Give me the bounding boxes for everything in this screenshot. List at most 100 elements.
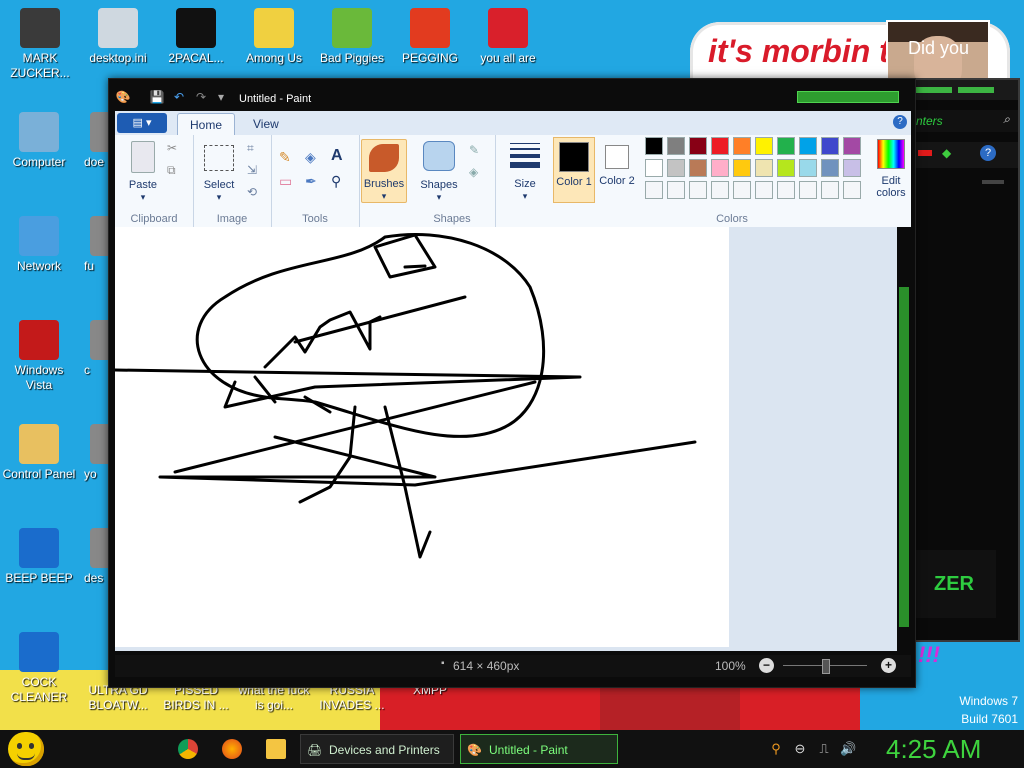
desktop-icon[interactable]: BEEP BEEP xyxy=(1,528,77,586)
desktop-icon[interactable]: Among Us xyxy=(236,8,312,66)
palette-swatch[interactable] xyxy=(645,159,663,177)
desktop-icon[interactable]: COCK CLEANER xyxy=(1,632,77,705)
folder-icon[interactable] xyxy=(266,739,286,759)
desktop-icon[interactable]: 2PACAL... xyxy=(158,8,234,66)
resize-icon[interactable]: ⇲ xyxy=(247,163,265,181)
copy-icon[interactable]: ⧉ xyxy=(167,163,185,181)
desktop-icon-label: BEEP BEEP xyxy=(5,571,73,585)
save-icon[interactable]: 💾 xyxy=(149,90,165,104)
color-picker-icon[interactable]: ✒ xyxy=(305,173,323,191)
desktop-icon[interactable]: Computer xyxy=(1,112,77,170)
palette-swatch[interactable] xyxy=(777,137,795,155)
palette-swatch[interactable] xyxy=(799,137,817,155)
help-icon[interactable]: ? xyxy=(893,115,907,129)
palette-swatch[interactable] xyxy=(667,159,685,177)
palette-swatch[interactable] xyxy=(711,159,729,177)
cut-icon[interactable]: ✂ xyxy=(167,141,185,159)
taskbar: 🖨 Devices and Printers 🎨 Untitled - Pain… xyxy=(0,730,1024,768)
desktop-icon[interactable]: Control Panel xyxy=(1,424,77,482)
palette-swatch[interactable] xyxy=(755,181,773,199)
shapes-button[interactable]: Shapes ▾ xyxy=(417,141,461,203)
palette-swatch[interactable] xyxy=(777,159,795,177)
color2-button[interactable]: Color 2 xyxy=(597,137,637,201)
clock[interactable]: 4:25 AM xyxy=(886,732,981,766)
desktop-icon[interactable]: Bad Piggies xyxy=(314,8,390,66)
palette-swatch[interactable] xyxy=(711,137,729,155)
desktop-icon[interactable]: PEGGING xyxy=(392,8,468,66)
pencil-icon[interactable]: ✎ xyxy=(279,149,297,167)
desktop-icon[interactable]: you all are xyxy=(470,8,546,66)
desktop-icon[interactable]: desktop.ini xyxy=(80,8,156,66)
palette-swatch[interactable] xyxy=(755,159,773,177)
palette-swatch[interactable] xyxy=(667,181,685,199)
rotate-icon[interactable]: ⟲ xyxy=(247,185,265,203)
window-controls[interactable] xyxy=(797,91,899,103)
palette-swatch[interactable] xyxy=(843,137,861,155)
search-tray-icon[interactable]: ⚲ xyxy=(768,741,784,757)
paint-app-icon[interactable]: 🎨 xyxy=(115,90,131,104)
zoom-in-button[interactable]: + xyxy=(881,658,896,673)
palette-swatch[interactable] xyxy=(689,137,707,155)
start-button[interactable] xyxy=(8,732,44,766)
minimize-bar[interactable] xyxy=(982,180,1004,184)
palette-swatch[interactable] xyxy=(799,159,817,177)
crop-icon[interactable]: ⌗ xyxy=(247,141,265,159)
palette-swatch[interactable] xyxy=(667,137,685,155)
select-button[interactable]: Select ▾ xyxy=(199,145,239,203)
customize-qat-icon[interactable]: ▾ xyxy=(213,90,229,104)
palette-swatch[interactable] xyxy=(733,137,751,155)
palette-swatch[interactable] xyxy=(777,181,795,199)
network-tray-icon[interactable]: ⎍ xyxy=(816,741,832,757)
title-bar: 🎨 💾 ↶ ↷ ▾ Untitled - Paint xyxy=(109,79,915,111)
palette-swatch[interactable] xyxy=(821,159,839,177)
palette-swatch[interactable] xyxy=(689,159,707,177)
edit-colors-button[interactable]: Edit colors xyxy=(871,139,911,199)
palette-swatch[interactable] xyxy=(711,181,729,199)
search-icon[interactable]: ⌕ xyxy=(1003,112,1010,127)
brushes-button[interactable]: Brushes ▾ xyxy=(361,139,407,203)
undo-icon[interactable]: ↶ xyxy=(171,90,187,104)
zoom-out-button[interactable]: − xyxy=(759,658,774,673)
fill-icon[interactable]: ◈ xyxy=(469,165,487,183)
palette-swatch[interactable] xyxy=(689,181,707,199)
magnifier-icon[interactable]: ⚲ xyxy=(331,173,349,191)
eraser-icon[interactable]: ▭ xyxy=(279,173,297,191)
minus-circle-icon[interactable]: ⊖ xyxy=(792,741,808,757)
desktop-icon-label: Windows Vista xyxy=(14,363,64,392)
volume-icon[interactable]: 🔊 xyxy=(840,741,856,757)
text-icon[interactable]: A xyxy=(331,147,349,165)
palette-swatch[interactable] xyxy=(799,181,817,199)
firefox-icon[interactable] xyxy=(222,739,242,759)
fill-bucket-icon[interactable]: ◈ xyxy=(305,149,323,167)
zoom-slider-thumb[interactable] xyxy=(822,659,830,674)
taskbar-paint[interactable]: 🎨 Untitled - Paint xyxy=(460,734,618,764)
size-button[interactable]: Size ▾ xyxy=(503,143,547,202)
outline-icon[interactable]: ✎ xyxy=(469,143,487,161)
desktop-icon[interactable]: Windows Vista xyxy=(1,320,77,393)
paint-menu-button[interactable]: ▤ ▾ xyxy=(117,113,167,133)
palette-swatch[interactable] xyxy=(821,137,839,155)
color1-button[interactable]: Color 1 xyxy=(553,137,595,203)
desktop-icon-label: Among Us xyxy=(245,51,303,65)
palette-swatch[interactable] xyxy=(755,137,773,155)
tab-home[interactable]: Home xyxy=(177,113,236,136)
help-icon[interactable]: ? xyxy=(980,145,996,161)
paste-button[interactable]: Paste ▾ xyxy=(123,141,163,203)
desktop-icon[interactable]: MARK ZUCKER... xyxy=(2,8,78,81)
vertical-scrollbar[interactable] xyxy=(897,227,911,651)
palette-swatch[interactable] xyxy=(645,137,663,155)
taskbar-devices-printers[interactable]: 🖨 Devices and Printers xyxy=(300,734,454,764)
redo-icon[interactable]: ↷ xyxy=(193,90,209,104)
scroll-thumb[interactable] xyxy=(899,287,909,627)
palette-swatch[interactable] xyxy=(733,159,751,177)
tab-view[interactable]: View xyxy=(241,113,291,135)
palette-swatch[interactable] xyxy=(821,181,839,199)
palette-swatch[interactable] xyxy=(843,159,861,177)
drawing-canvas[interactable] xyxy=(115,227,729,647)
palette-swatch[interactable] xyxy=(733,181,751,199)
gadget-search[interactable]: nters ⌕ xyxy=(912,110,1018,132)
desktop-icon[interactable]: Network xyxy=(1,216,77,274)
palette-swatch[interactable] xyxy=(645,181,663,199)
palette-swatch[interactable] xyxy=(843,181,861,199)
chrome-icon[interactable] xyxy=(178,739,198,759)
